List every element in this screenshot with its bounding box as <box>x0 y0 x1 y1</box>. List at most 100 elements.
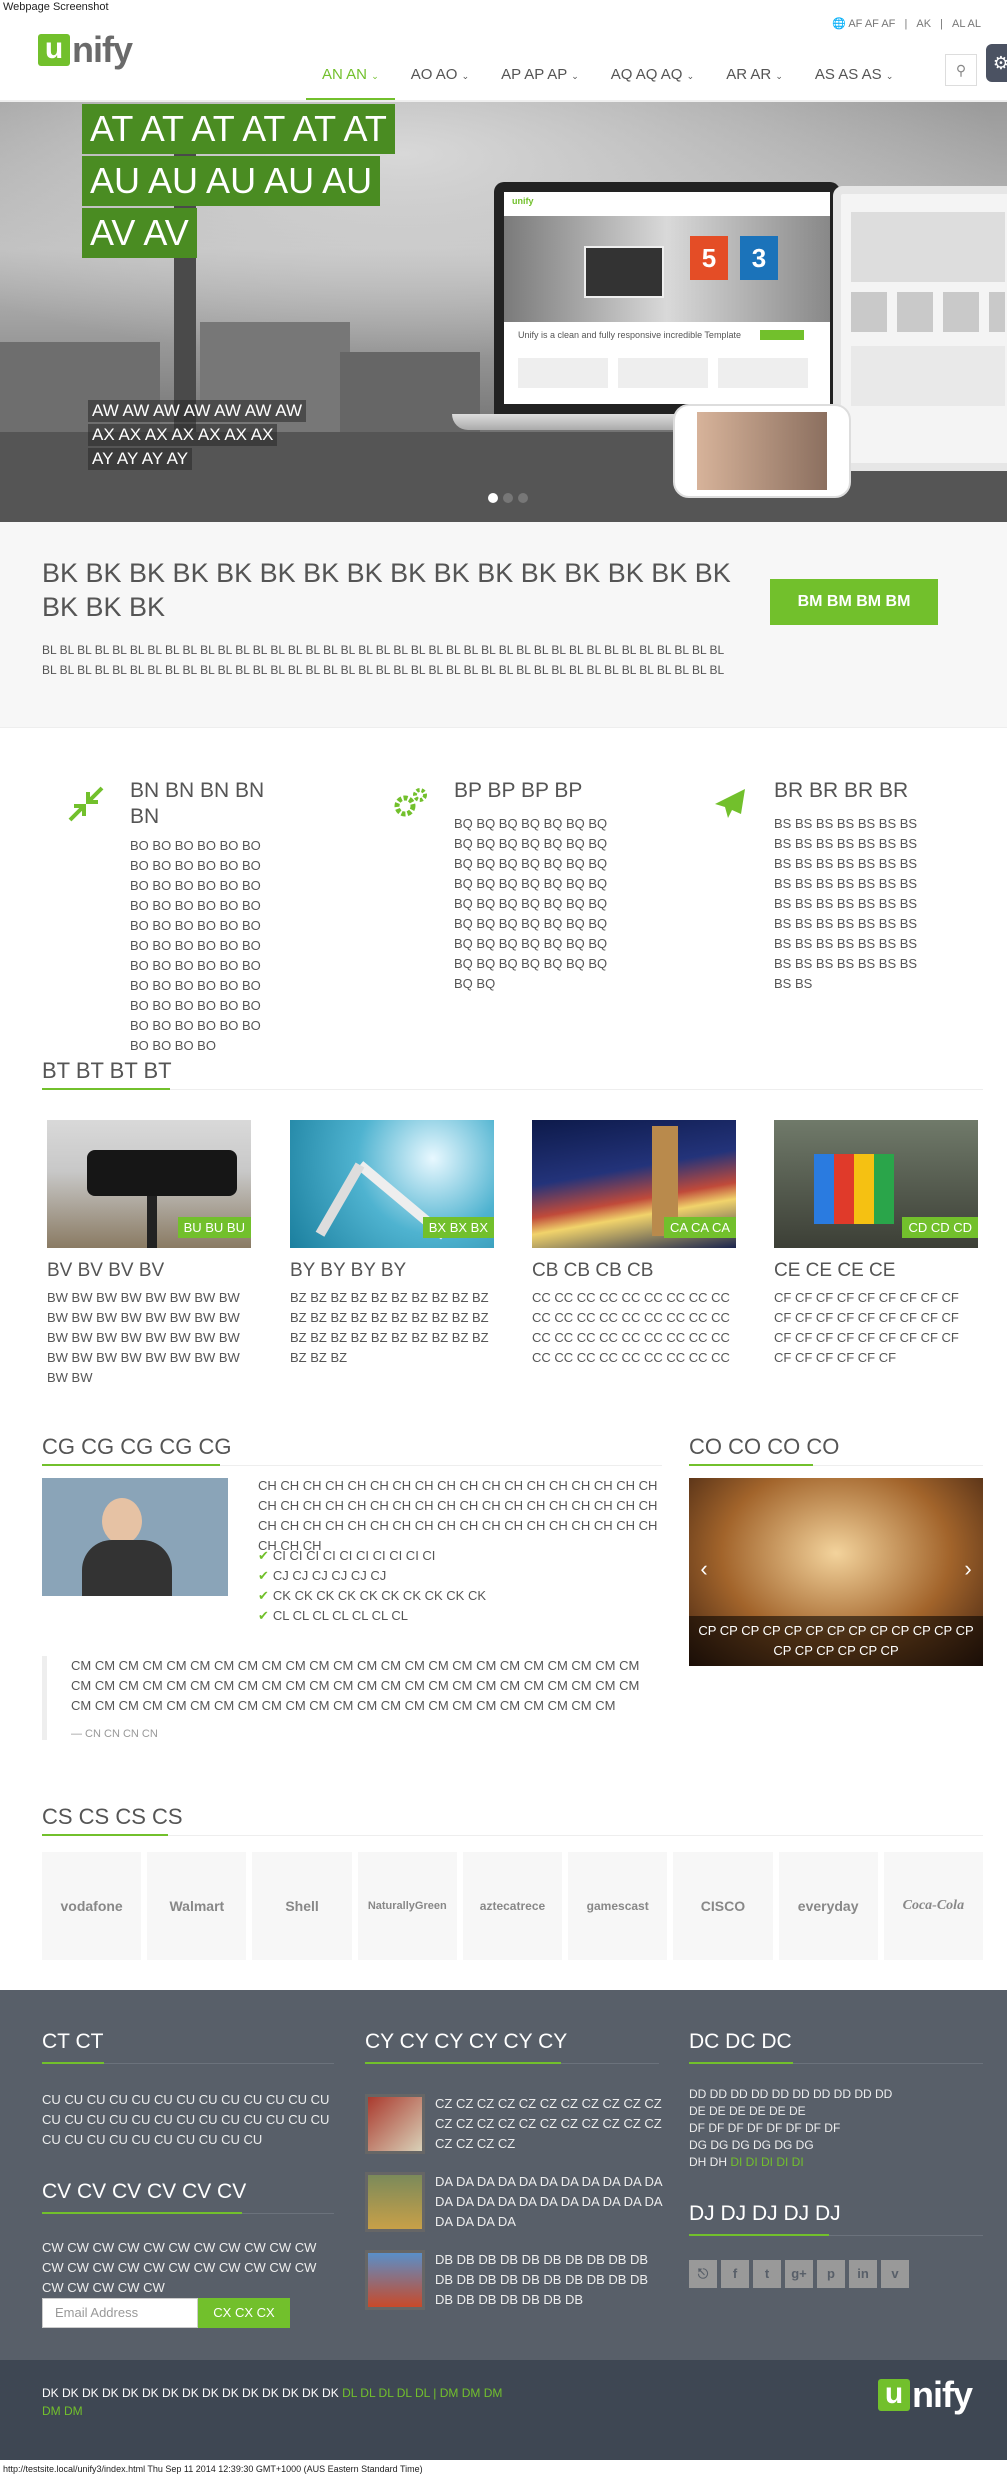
nav-item-3[interactable]: AP AP AP ⌄ <box>485 52 595 100</box>
purchase-button[interactable]: BM BM BM BM <box>770 579 938 625</box>
search-button[interactable]: ⚲ <box>945 54 977 86</box>
work-title: CE CE CE CE <box>774 1260 896 1281</box>
work-title: CB CB CB CB <box>532 1260 654 1281</box>
contact-email-link[interactable]: DI DI DI DI DI <box>730 2155 803 2169</box>
recent-heading: CO CO CO CO <box>689 1434 840 1459</box>
work-image-windmill: BX BX BX <box>290 1120 494 1248</box>
nav-item-6[interactable]: AS AS AS ⌄ <box>799 52 909 100</box>
footer-accent <box>42 2062 104 2064</box>
footer-post-2[interactable]: DA DA DA DA DA DA DA DA DA DA DA DA DA D… <box>365 2172 665 2232</box>
footer-contact-heading: DC DC DC <box>689 2030 792 2053</box>
post-thumbnail <box>365 2250 425 2310</box>
work-text: BW BW BW BW BW BW BW BW BW BW BW BW BW B… <box>47 1290 240 1385</box>
screenshot-url-caption: http://testsite.local/unify3/index.html … <box>3 2464 423 2474</box>
top-link-1[interactable]: AK <box>916 18 931 30</box>
post-text: DB DB DB DB DB DB DB DB DB DB DB DB DB D… <box>435 2252 649 2307</box>
service-text: BS BS BS BS BS BS BS BS BS BS BS BS BS B… <box>774 816 918 991</box>
work-tag: BU BU BU <box>177 1217 251 1238</box>
blockquote: CM CM CM CM CM CM CM CM CM CM CM CM CM C… <box>42 1656 662 1740</box>
service-title: BP BP BP BP <box>454 779 583 802</box>
linkedin-icon[interactable]: in <box>849 2260 877 2288</box>
image-carousel: ‹ › CP CP CP CP CP CP CP CP CP CP CP CP … <box>689 1478 983 1666</box>
tablet-text <box>851 346 1005 406</box>
client-logo-aztecatrece[interactable]: aztecatrece <box>462 1852 563 1960</box>
footer-accent <box>689 2234 829 2236</box>
client-logo-naturallygreen[interactable]: NaturallyGreen <box>357 1852 457 1960</box>
slider-dot[interactable] <box>518 493 528 503</box>
subscribe-button[interactable]: CX CX CX <box>198 2298 290 2328</box>
chevron-down-icon: ⌄ <box>571 71 579 81</box>
work-title: BY BY BY BY <box>290 1260 407 1281</box>
about-checklist: ✔ CI CI CI CI CI CI CI CI CI CI ✔ CJ CJ CJ… <box>258 1546 486 1626</box>
footer-accent <box>365 2062 561 2064</box>
chevron-left-icon[interactable]: ‹ <box>693 1554 715 1584</box>
logo-mark: u <box>878 2379 910 2411</box>
check-item: ✔ CI CI CI CI CI CI CI CI CI CI <box>258 1548 436 1563</box>
post-thumbnail <box>365 2094 425 2154</box>
vimeo-icon[interactable]: v <box>881 2260 909 2288</box>
camera-lens <box>87 1150 237 1196</box>
contact-line: DG DG DG DG DG DG <box>689 2138 814 2152</box>
hero-subtitle-line2: AX AX AX AX AX AX AX <box>88 424 278 446</box>
client-logo-shell[interactable]: Shell <box>252 1852 352 1960</box>
laptop-mockup: unify 5 3 Unify is a clean and fully res… <box>494 182 840 414</box>
heading-accent <box>42 1088 170 1090</box>
rss-icon[interactable]: ⎋ <box>689 2260 717 2288</box>
email-input[interactable]: Email Address <box>42 2298 198 2328</box>
footer-link-1[interactable]: DL DL DL DL DL <box>342 2386 430 2400</box>
footer-post-1[interactable]: CZ CZ CZ CZ CZ CZ CZ CZ CZ CZ CZ CZ CZ C… <box>365 2094 665 2154</box>
client-logo-walmart[interactable]: Walmart <box>147 1852 247 1960</box>
footer-posts-heading: CY CY CY CY CY CY <box>365 2030 568 2053</box>
nav-item-5[interactable]: AR AR ⌄ <box>710 52 799 100</box>
slider-dots <box>488 493 528 503</box>
work-text: CF CF CF CF CF CF CF CF CF CF CF CF CF C… <box>774 1290 959 1365</box>
work-image-bigben: CA CA CA <box>532 1120 736 1248</box>
contact-line: DE DE DE DE DE DE <box>689 2104 806 2118</box>
post-text: CZ CZ CZ CZ CZ CZ CZ CZ CZ CZ CZ CZ CZ C… <box>435 2096 662 2151</box>
slider-dot[interactable] <box>503 493 513 503</box>
top-link-2[interactable]: AL AL <box>952 18 981 30</box>
laptop-screen: unify 5 3 Unify is a clean and fully res… <box>504 192 830 404</box>
pinterest-icon[interactable]: p <box>817 2260 845 2288</box>
facebook-icon[interactable]: f <box>721 2260 749 2288</box>
about-text: CH CH CH CH CH CH CH CH CH CH CH CH CH C… <box>258 1478 658 1553</box>
hero-subtitle-line3: AY AY AY AY <box>88 448 193 470</box>
settings-toggle[interactable]: ⚙ <box>986 44 1007 82</box>
footer-logo[interactable]: u nify <box>878 2374 973 2416</box>
logo[interactable]: u nify <box>38 29 133 70</box>
footer-social-heading: DJ DJ DJ DJ DJ <box>689 2202 841 2225</box>
copyright-bar: DK DK DK DK DK DK DK DK DK DK DK DK DK D… <box>0 2360 1007 2460</box>
clients-heading: CS CS CS CS <box>42 1804 183 1829</box>
client-logo-everyday[interactable]: everyday <box>778 1852 878 1960</box>
nav-item-4[interactable]: AQ AQ AQ ⌄ <box>595 52 710 100</box>
copyright-text: DK DK DK DK DK DK DK DK DK DK DK DK DK D… <box>42 2386 503 2418</box>
footer-newsletter-text: CW CW CW CW CW CW CW CW CW CW CW CW CW C… <box>42 2240 317 2295</box>
client-logo-gamescast[interactable]: gamescast <box>568 1852 668 1960</box>
client-logo-cocacola[interactable]: Coca-Cola <box>883 1852 983 1960</box>
check-item: ✔ CJ CJ CJ CJ CJ CJ <box>258 1568 387 1583</box>
flag-yellow <box>854 1154 874 1224</box>
twitter-icon[interactable]: t <box>753 2260 781 2288</box>
heading-accent <box>42 1834 168 1836</box>
separator: | <box>940 18 943 30</box>
tablet-mockup <box>833 186 1007 471</box>
mockup-devices <box>584 246 664 298</box>
slider-dot[interactable] <box>488 493 498 503</box>
google-plus-icon[interactable]: g+ <box>785 2260 813 2288</box>
language-link[interactable]: 🌐 AF AF AF <box>832 18 895 30</box>
hero-title-line3: AV AV <box>82 208 197 258</box>
mockup-banner: 5 3 <box>504 216 830 322</box>
check-icon: ✔ <box>258 1608 269 1623</box>
nav-item-2[interactable]: AO AO ⌄ <box>395 52 485 100</box>
tripod <box>147 1196 157 1248</box>
check-item: ✔ CK CK CK CK CK CK CK CK CK CK <box>258 1588 487 1603</box>
nav-item-1[interactable]: AN AN ⌄ <box>306 52 395 100</box>
top-links: 🌐 AF AF AF | AK | AL AL <box>826 17 981 30</box>
footer-post-3[interactable]: DB DB DB DB DB DB DB DB DB DB DB DB DB D… <box>365 2250 665 2310</box>
footer-about-heading: CT CT <box>42 2030 104 2053</box>
check-item: ✔ CL CL CL CL CL CL CL <box>258 1608 409 1623</box>
footer-about-text: CU CU CU CU CU CU CU CU CU CU CU CU CU C… <box>42 2092 330 2147</box>
chevron-right-icon[interactable]: › <box>957 1554 979 1584</box>
client-logo-cisco[interactable]: CISCO <box>673 1852 773 1960</box>
client-logo-vodafone[interactable]: vodafone <box>42 1852 142 1960</box>
